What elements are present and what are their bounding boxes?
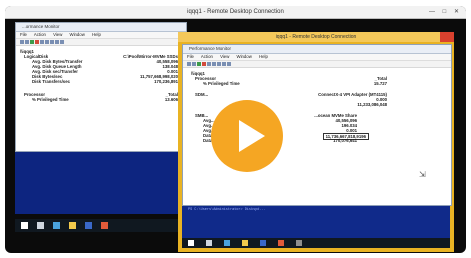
menu-view[interactable]: View	[53, 32, 62, 37]
menu-file[interactable]: File	[187, 54, 194, 59]
paste-icon[interactable]	[50, 40, 54, 44]
counter-value: 170,076,641	[333, 138, 357, 143]
counter-label: % Privileged Time	[32, 97, 69, 102]
menu-help[interactable]: Help	[92, 32, 101, 37]
highlight-icon[interactable]	[40, 40, 44, 44]
right-window-title: Performance Monitor	[183, 45, 451, 54]
left-report-view: \\iqqq1 LogicalDisk C:\Pool\Mirror-MVMe S…	[16, 46, 186, 105]
add-counter-icon[interactable]	[197, 62, 201, 66]
left-toolbar	[16, 39, 186, 46]
right-remote-close-icon[interactable]	[440, 32, 454, 42]
search-icon[interactable]	[37, 222, 44, 229]
start-icon[interactable]	[21, 222, 28, 229]
counter-value: 13.606	[164, 97, 178, 102]
remote-desktop-frame: iqqq1 - Remote Desktop Connection — □ ✕ …	[5, 6, 466, 253]
right-toolbar	[183, 61, 451, 68]
menu-file[interactable]: File	[20, 32, 27, 37]
left-console[interactable]	[15, 152, 185, 214]
mouse-cursor-icon: ⇲	[419, 170, 426, 179]
left-perf-monitor-window: ...ormance Monitor File Action View Wind…	[15, 22, 187, 152]
forward-icon[interactable]	[25, 40, 29, 44]
explorer-icon[interactable]	[69, 222, 76, 229]
menu-view[interactable]: View	[220, 54, 229, 59]
copy-icon[interactable]	[212, 62, 216, 66]
counter-row: % Privileged Time 13.606	[20, 97, 182, 102]
app-icon[interactable]	[296, 240, 302, 246]
add-counter-icon[interactable]	[30, 40, 34, 44]
back-icon[interactable]	[187, 62, 191, 66]
properties-icon[interactable]	[55, 40, 59, 44]
menu-action[interactable]: Action	[201, 54, 213, 59]
play-icon	[239, 120, 265, 152]
right-remote-title-bar: iqqq1 - Remote Desktop Connection	[178, 32, 454, 42]
task-view-icon[interactable]	[224, 240, 230, 246]
video-play-button[interactable]	[211, 100, 283, 172]
outer-window-title: iqqq1 - Remote Desktop Connection	[187, 9, 284, 15]
left-taskbar	[15, 219, 185, 232]
search-icon[interactable]	[206, 240, 212, 246]
task-view-icon[interactable]	[53, 222, 60, 229]
freeze-icon[interactable]	[227, 62, 231, 66]
freeze-icon[interactable]	[60, 40, 64, 44]
left-window-title: ...ormance Monitor	[16, 23, 186, 32]
menu-help[interactable]: Help	[259, 54, 268, 59]
right-remote-title: iqqq1 - Remote Desktop Connection	[275, 34, 357, 40]
properties-icon[interactable]	[222, 62, 226, 66]
explorer-icon[interactable]	[242, 240, 248, 246]
close-icon[interactable]: ✕	[454, 9, 462, 15]
window-controls[interactable]: — □ ✕	[429, 8, 462, 15]
delete-counter-icon[interactable]	[202, 62, 206, 66]
right-console[interactable]: PS C:\Users\Administrator> Diskspd...	[182, 206, 450, 240]
forward-icon[interactable]	[192, 62, 196, 66]
outer-title-bar: iqqq1 - Remote Desktop Connection — □ ✕	[5, 6, 466, 19]
perfmon-icon[interactable]	[101, 222, 108, 229]
maximize-icon[interactable]: □	[443, 9, 450, 15]
right-menu-bar: File Action View Window Help	[183, 54, 451, 61]
perfmon-icon[interactable]	[278, 240, 284, 246]
console-text: PS C:\Users\Administrator> Diskspd...	[188, 208, 266, 212]
menu-action[interactable]: Action	[34, 32, 46, 37]
right-taskbar	[182, 238, 450, 248]
highlight-icon[interactable]	[207, 62, 211, 66]
left-menu-bar: File Action View Window Help	[16, 32, 186, 39]
copy-icon[interactable]	[45, 40, 49, 44]
minimize-icon[interactable]: —	[429, 9, 438, 15]
start-icon[interactable]	[188, 240, 194, 246]
delete-counter-icon[interactable]	[35, 40, 39, 44]
paste-icon[interactable]	[217, 62, 221, 66]
menu-window[interactable]: Window	[70, 32, 85, 37]
terminal-icon[interactable]	[260, 240, 266, 246]
back-icon[interactable]	[20, 40, 24, 44]
menu-window[interactable]: Window	[237, 54, 252, 59]
terminal-icon[interactable]	[85, 222, 92, 229]
